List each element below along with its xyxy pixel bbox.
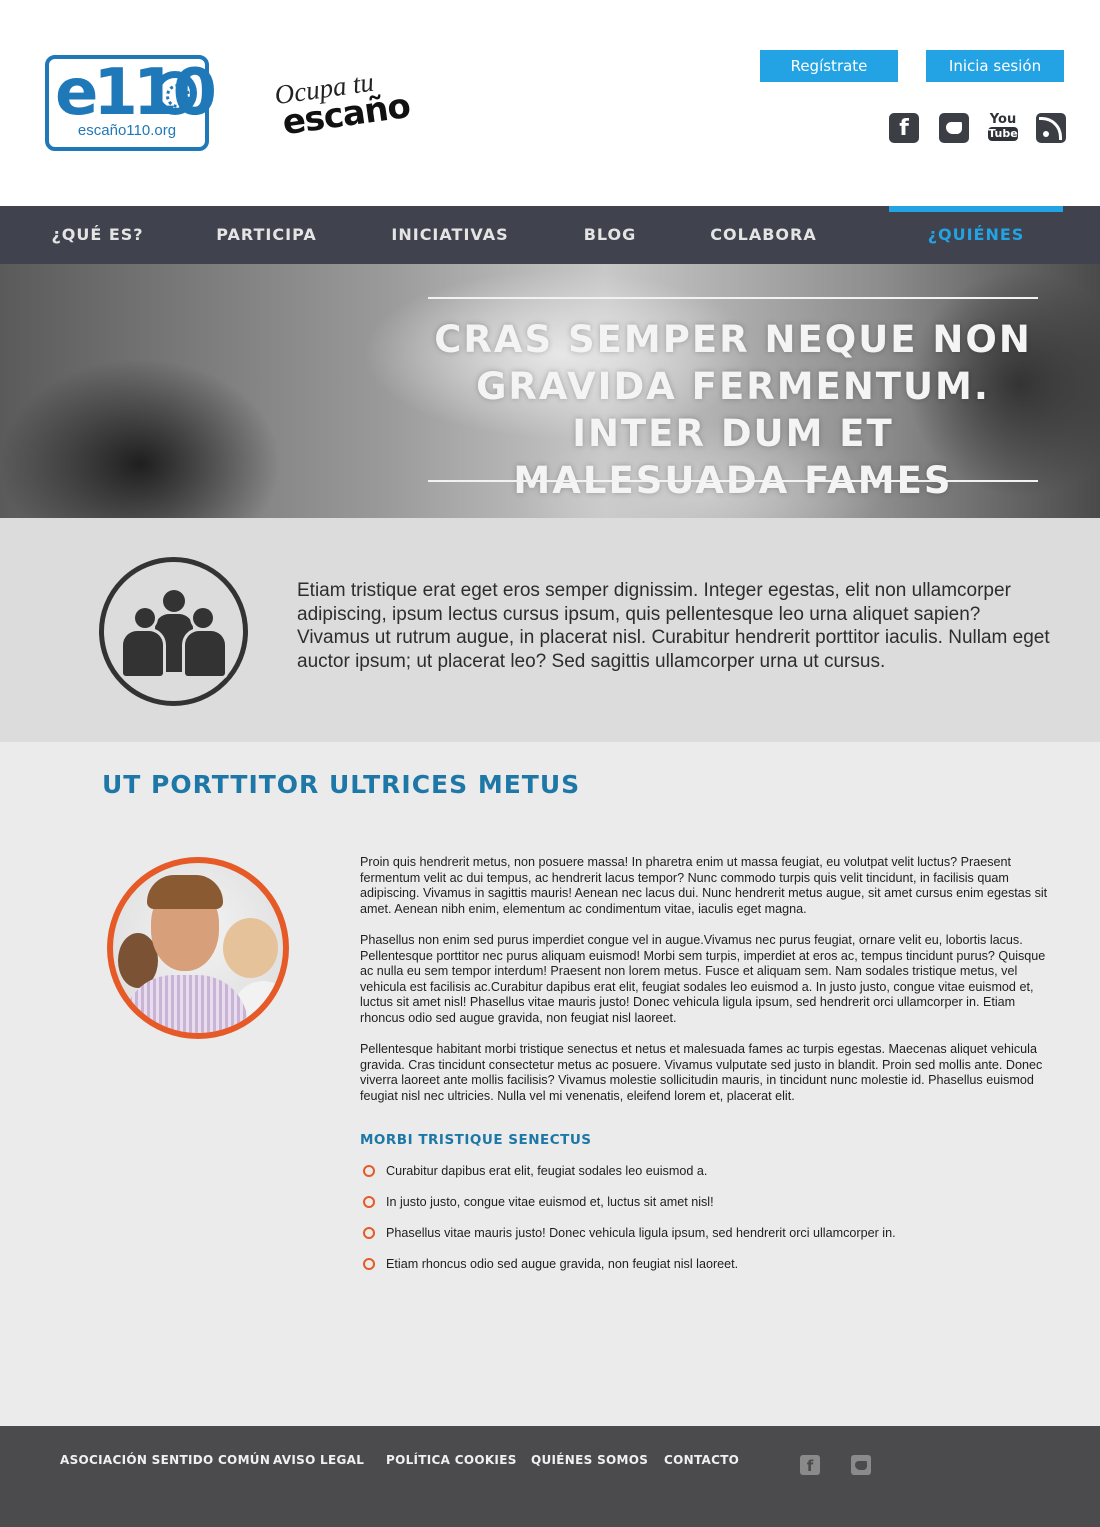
intro-band: Etiam tristique erat eget eros semper di… [0,518,1100,742]
circle-bullet-icon [363,1258,375,1270]
site-footer: ASOCIACIÓN SENTIDO COMÚN AVISO LEGAL POL… [0,1426,1100,1527]
footer-link-aviso-legal[interactable]: AVISO LEGAL [273,1453,364,1467]
main-nav: ¿QUÉ ES? PARTICIPA INICIATIVAS BLOG COLA… [0,206,1100,302]
site-header: e110 escaño110.org Ocupa tu escaño Regís… [0,0,1100,206]
list-subtitle: MORBI TRISTIQUE SENECTUS [360,1132,592,1148]
nav-item-iniciativas[interactable]: INICIATIVAS [380,206,520,264]
list-item-text: In justo justo, congue vitae euismod et,… [386,1195,714,1209]
register-button[interactable]: Regístrate [760,50,898,82]
e110-logo-url: escaño110.org [77,122,177,139]
youtube-icon-tube: Tube [988,127,1018,141]
paragraph-3: Pellentesque habitant morbi tristique se… [360,1042,1043,1103]
footer-link-cookies[interactable]: POLÍTICA COOKIES [386,1453,517,1467]
nav-item-blog[interactable]: BLOG [570,206,650,264]
hero-banner: CRAS SEMPER NEQUE NON GRAVIDA FERMENTUM.… [0,264,1100,518]
circle-bullet-icon [363,1196,375,1208]
youtube-icon[interactable]: You Tube [988,113,1018,143]
footer-link-asociacion[interactable]: ASOCIACIÓN SENTIDO COMÚN [60,1453,270,1467]
circle-bullet-icon [363,1227,375,1239]
hero-divider-top [428,297,1038,299]
list-item: Phasellus vitae mauris justo! Donec vehi… [360,1225,1060,1256]
main-content: UT PORTTITOR ULTRICES METUS Proin quis h… [0,742,1100,1426]
ocupa-tu-escano-logo[interactable]: Ocupa tu escaño [270,56,430,156]
nav-item-que-es[interactable]: ¿QUÉ ES? [40,206,155,264]
hero-title: CRAS SEMPER NEQUE NON GRAVIDA FERMENTUM.… [434,318,1032,502]
nav-item-quienes-somos[interactable]: ¿QUIÉNES SOMOS? [889,206,1063,302]
circle-bullet-icon [363,1165,375,1177]
nav-item-colabora[interactable]: COLABORA [700,206,827,264]
bullet-list: Curabitur dapibus erat elit, feugiat sod… [360,1163,1060,1287]
youtube-icon-you: You [989,112,1017,127]
list-item-text: Etiam rhoncus odio sed augue gravida, no… [386,1257,739,1271]
paragraph-1: Proin quis hendrerit metus, non posuere … [360,855,1048,916]
hero-divider-bottom [428,480,1038,482]
twitter-icon[interactable] [851,1455,871,1475]
rss-icon[interactable] [1036,113,1066,143]
footer-link-contacto[interactable]: CONTACTO [664,1453,739,1467]
list-item: In justo justo, congue vitae euismod et,… [360,1194,1060,1225]
intro-text: Etiam tristique erat eget eros semper di… [297,580,1050,672]
group-people-icon [99,557,248,706]
facebook-icon[interactable]: f [889,113,919,143]
list-item: Curabitur dapibus erat elit, feugiat sod… [360,1163,1060,1194]
footer-link-quienes-somos[interactable]: QUIÉNES SOMOS [531,1453,648,1467]
seat-sun-icon [153,71,197,115]
team-photo [107,857,289,1039]
facebook-icon[interactable]: f [800,1455,820,1475]
e110-logo[interactable]: e110 escaño110.org [45,55,217,151]
paragraph-2: Phasellus non enim sed purus imperdiet c… [360,933,1046,1025]
nav-item-participa[interactable]: PARTICIPA [205,206,328,264]
twitter-icon[interactable] [939,113,969,143]
section-title: UT PORTTITOR ULTRICES METUS [102,770,581,799]
list-item: Etiam rhoncus odio sed augue gravida, no… [360,1256,1060,1287]
login-button[interactable]: Inicia sesión [926,50,1064,82]
list-item-text: Phasellus vitae mauris justo! Donec vehi… [386,1226,896,1240]
list-item-text: Curabitur dapibus erat elit, feugiat sod… [386,1164,708,1178]
